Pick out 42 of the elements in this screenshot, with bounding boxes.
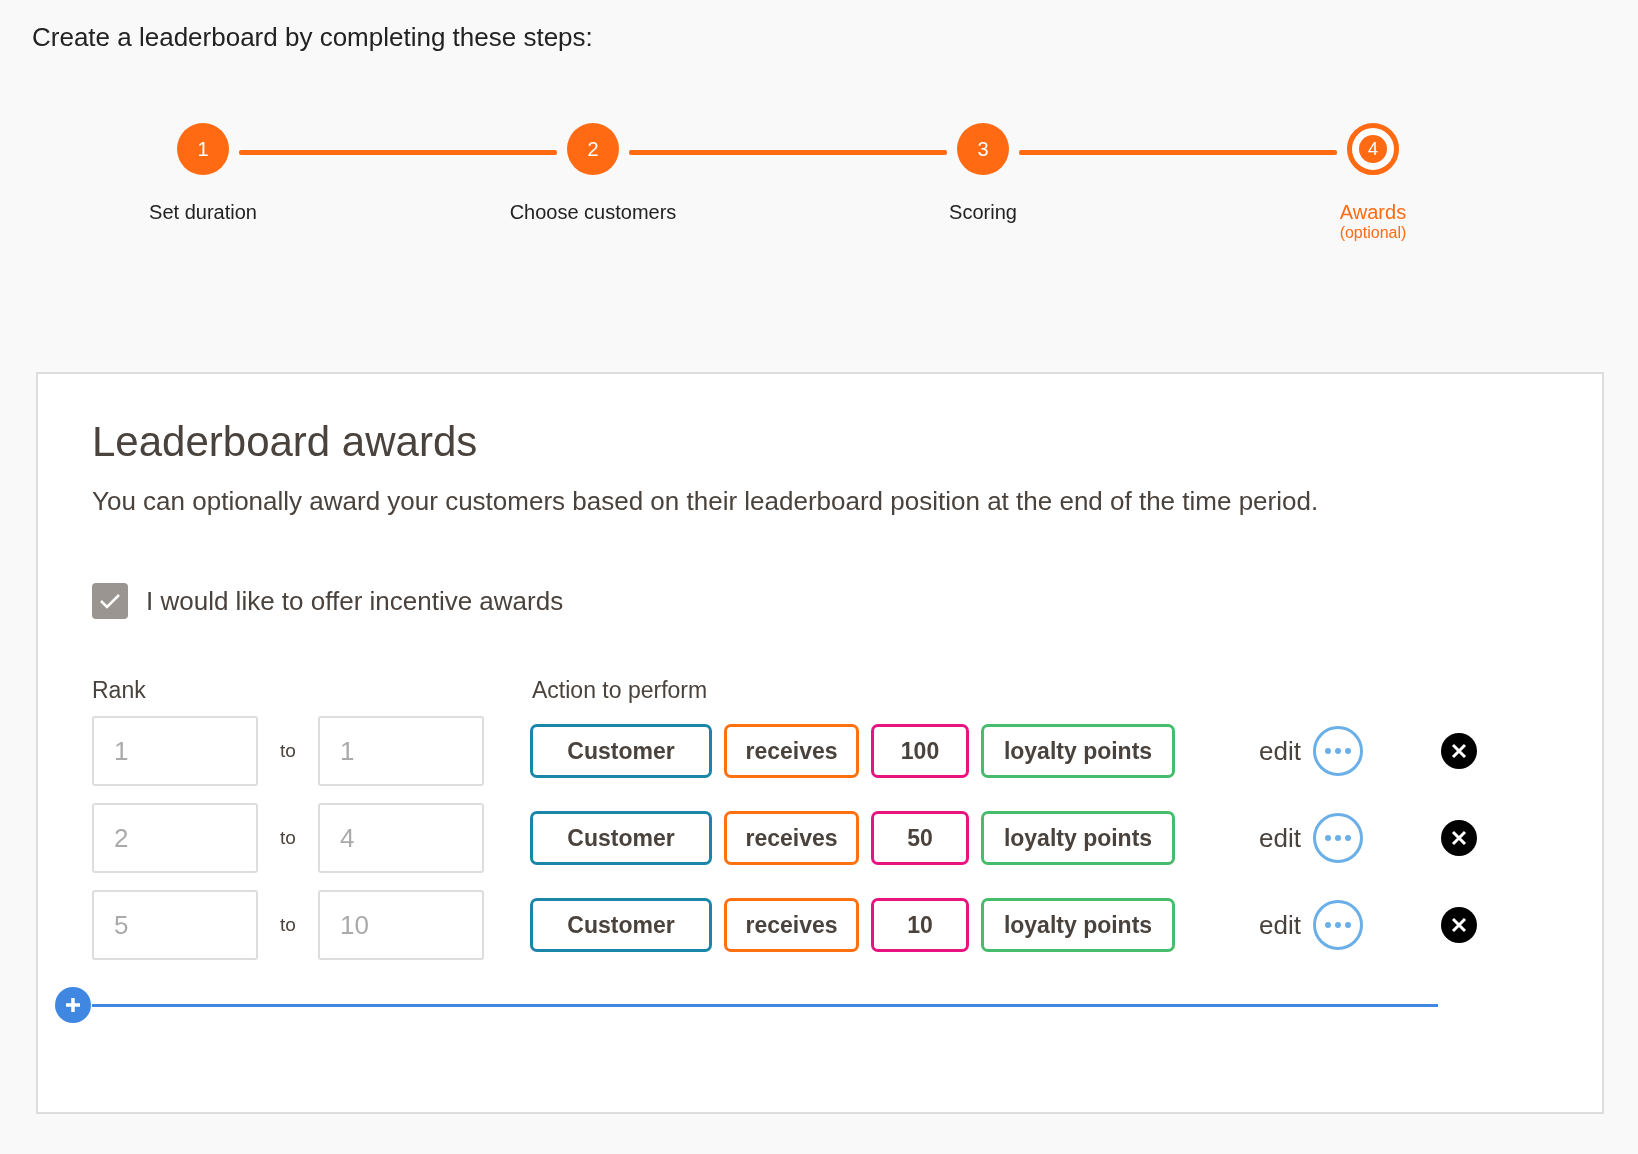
edit-link[interactable]: edit (1259, 909, 1301, 941)
range-separator: to (279, 827, 297, 849)
checkbox-label: I would like to offer incentive awards (146, 585, 564, 617)
action-token[interactable]: receives (724, 724, 859, 778)
action-header: Action to perform (532, 677, 708, 704)
incentive-checkbox[interactable] (92, 583, 128, 619)
more-options-button[interactable] (1312, 813, 1363, 863)
step-note: (optional) (1339, 224, 1407, 242)
page-heading: Create a leaderboard by completing these steps: (32, 22, 594, 53)
close-icon (1450, 917, 1467, 933)
rank-header: Rank (92, 677, 147, 704)
card-title: Leaderboard awards (92, 418, 479, 466)
step-label: Choose customers (509, 201, 677, 224)
edit-link[interactable]: edit (1259, 735, 1301, 767)
step-label: Set duration (149, 201, 257, 224)
action-token[interactable]: loyalty points (981, 898, 1175, 952)
action-token[interactable]: 50 (871, 811, 969, 865)
add-row-button[interactable] (55, 987, 91, 1023)
action-token[interactable]: receives (724, 811, 859, 865)
checkmark-icon (98, 591, 122, 611)
remove-button[interactable] (1440, 733, 1477, 769)
action-token[interactable]: loyalty points (981, 811, 1175, 865)
more-options-button[interactable] (1312, 726, 1363, 776)
card-description: You can optionally award your customers based on their leaderboard position at the end of the time period. (92, 486, 1320, 517)
remove-button[interactable] (1440, 820, 1477, 856)
action-token[interactable]: loyalty points (981, 724, 1175, 778)
more-options-button[interactable] (1312, 900, 1363, 950)
step-label: Scoring (949, 201, 1017, 224)
action-token[interactable]: 10 (871, 898, 969, 952)
action-token[interactable]: Customer (530, 811, 712, 865)
remove-button[interactable] (1440, 907, 1477, 943)
plus-icon (64, 996, 82, 1014)
range-separator: to (279, 740, 297, 762)
close-icon (1450, 830, 1467, 846)
action-token[interactable]: Customer (530, 724, 712, 778)
range-separator: to (279, 914, 297, 936)
edit-link[interactable]: edit (1259, 822, 1301, 854)
action-token[interactable]: Customer (530, 898, 712, 952)
step-label: Awards (1339, 201, 1407, 224)
action-token[interactable]: 100 (871, 724, 969, 778)
close-icon (1450, 743, 1467, 759)
action-token[interactable]: receives (724, 898, 859, 952)
